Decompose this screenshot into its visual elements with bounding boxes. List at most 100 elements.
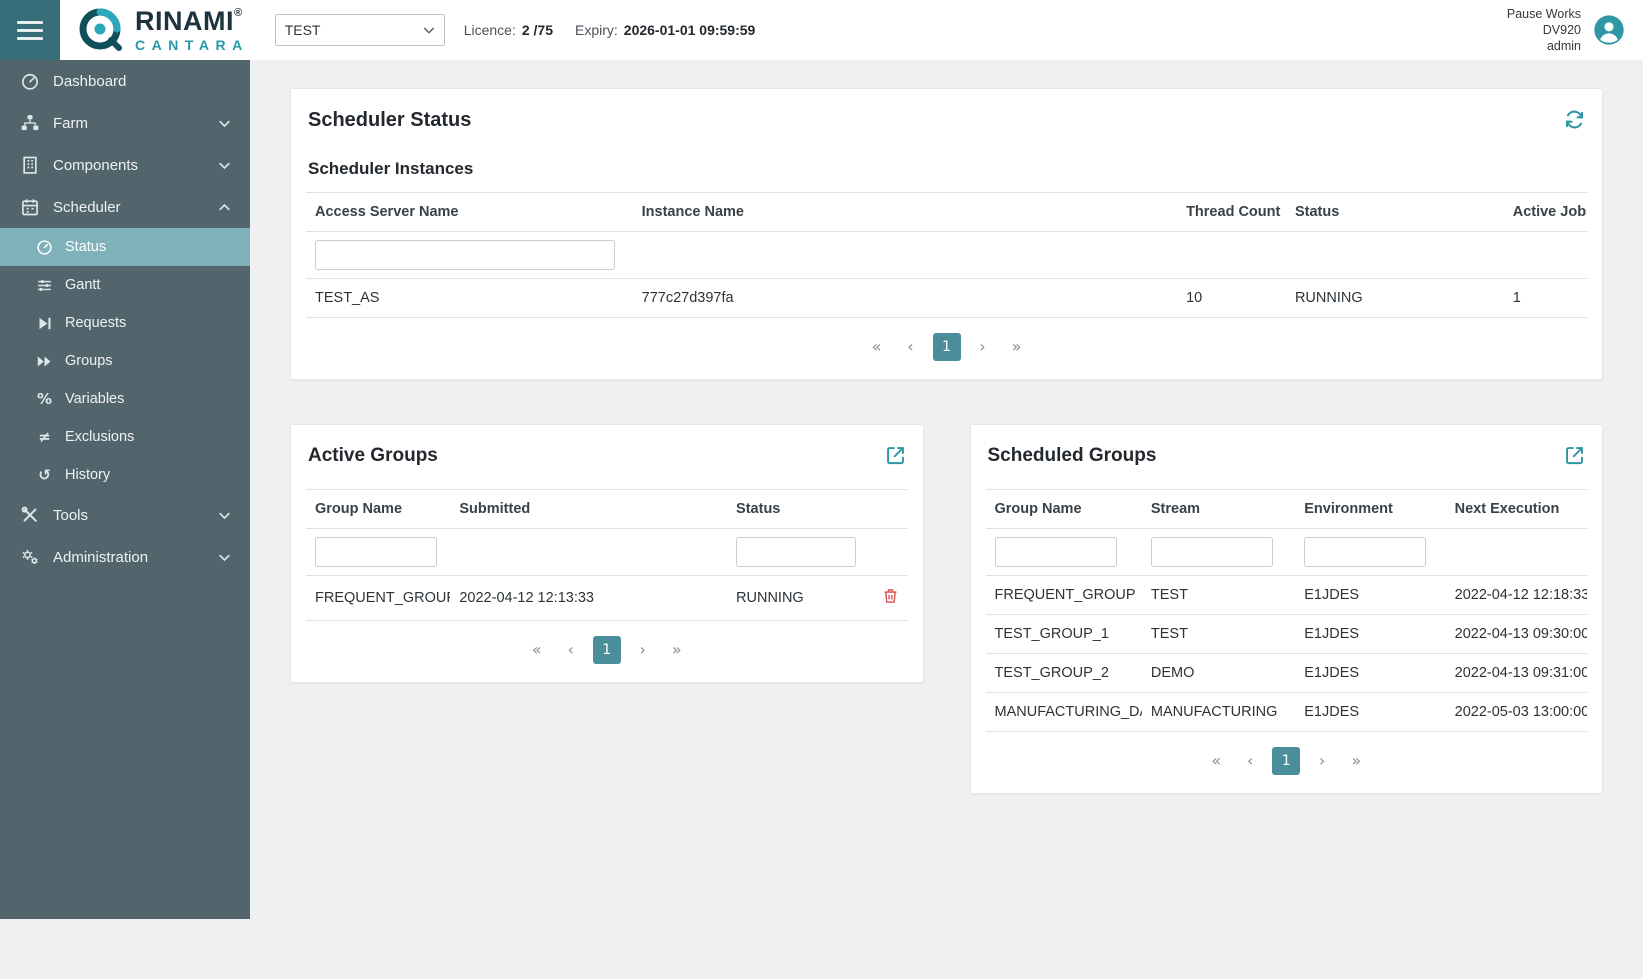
pagination: « ‹ 1 › » [306, 318, 1587, 369]
licence-label: Licence: [464, 22, 516, 38]
filter-row [306, 529, 908, 576]
table-header-row: Group Name Stream Environment Next Execu… [986, 490, 1588, 529]
licence-value: 2 /75 [522, 22, 553, 38]
card-title: Active Groups [308, 445, 438, 467]
table-cell: RUNNING [1286, 279, 1504, 318]
sidebar-item-dashboard[interactable]: Dashboard [0, 60, 250, 102]
environment-select[interactable]: TEST [275, 14, 445, 46]
table-cell: FREQUENT_GROUP [306, 576, 450, 621]
sidebar-item-administration[interactable]: Administration [0, 536, 250, 578]
last-page-button[interactable]: » [1005, 333, 1029, 361]
section-title: Scheduler Instances [308, 159, 1585, 179]
table-cell: 2022-05-03 13:00:00 [1446, 693, 1587, 732]
current-page-button[interactable]: 1 [1272, 747, 1300, 775]
table-cell: RUNNING [727, 576, 865, 621]
active-groups-table: Group Name Submitted Status FREQUENT_ [306, 489, 908, 621]
column-header: Active Jobs [1504, 193, 1587, 232]
external-link-icon[interactable] [885, 445, 906, 466]
administration-icon [20, 547, 40, 567]
refresh-icon[interactable] [1564, 109, 1585, 130]
sidebar-item-tools[interactable]: Tools [0, 494, 250, 536]
sidebar-item-variables[interactable]: % Variables [0, 380, 250, 418]
pagination: « ‹ 1 › » [986, 732, 1588, 783]
table-cell: E1JDES [1295, 654, 1445, 693]
history-icon: ↺ [36, 467, 53, 484]
user-name: admin [1507, 38, 1581, 54]
variables-icon: % [36, 391, 53, 408]
sidebar-item-history[interactable]: ↺ History [0, 456, 250, 494]
hamburger-menu-icon[interactable] [0, 0, 60, 60]
table-cell: 2022-04-12 12:18:33 [1446, 576, 1587, 615]
page-title: Scheduler Status [308, 109, 471, 132]
next-page-button[interactable]: › [631, 636, 655, 664]
last-page-button[interactable]: » [1344, 747, 1368, 775]
brand-text: RINAMI® CANTARA [135, 8, 249, 52]
first-page-button[interactable]: « [525, 636, 549, 664]
first-page-button[interactable]: « [1204, 747, 1228, 775]
next-page-button[interactable]: › [1310, 747, 1334, 775]
sidebar-item-requests[interactable]: Requests [0, 304, 250, 342]
filter-row [306, 232, 1587, 279]
farm-icon [20, 113, 40, 133]
table-cell: TEST_GROUP_2 [986, 654, 1142, 693]
current-page-button[interactable]: 1 [933, 333, 961, 361]
sidebar-item-scheduler[interactable]: Scheduler [0, 186, 250, 228]
table-cell: TEST [1142, 576, 1295, 615]
table-row[interactable]: FREQUENT_GROUP TEST E1JDES 2022-04-12 12… [986, 576, 1588, 615]
environment-filter-input[interactable] [1304, 537, 1426, 567]
chevron-down-icon [217, 550, 232, 565]
access-server-name-filter-input[interactable] [315, 240, 615, 270]
sidebar-item-farm[interactable]: Farm [0, 102, 250, 144]
last-page-button[interactable]: » [665, 636, 689, 664]
delete-icon[interactable] [882, 587, 899, 605]
user-avatar-icon[interactable] [1593, 14, 1625, 46]
components-icon [20, 155, 40, 175]
brand-logo: RINAMI® CANTARA [77, 6, 249, 54]
scheduler-submenu: Status Gantt Requests Groups % Variables… [0, 228, 250, 494]
sidebar-item-status[interactable]: Status [0, 228, 250, 266]
column-header: Group Name [986, 490, 1142, 529]
stream-filter-input[interactable] [1151, 537, 1273, 567]
column-header: Submitted [450, 490, 727, 529]
chevron-down-icon [217, 508, 232, 523]
status-filter-input[interactable] [736, 537, 856, 567]
table-cell: FREQUENT_GROUP [986, 576, 1142, 615]
licence-info: Licence: 2 /75 Expiry: 2026-01-01 09:59:… [464, 22, 756, 38]
expiry-value: 2026-01-01 09:59:59 [624, 22, 756, 38]
table-cell: TEST_AS [306, 279, 633, 318]
sidebar-item-label: Status [65, 239, 106, 255]
table-row[interactable]: TEST_AS 777c27d397fa 10 RUNNING 1 [306, 279, 1587, 318]
table-cell: TEST [1142, 615, 1295, 654]
sidebar-item-label: Variables [65, 391, 124, 407]
prev-page-button[interactable]: ‹ [899, 333, 923, 361]
prev-page-button[interactable]: ‹ [559, 636, 583, 664]
table-row[interactable]: TEST_GROUP_2 DEMO E1JDES 2022-04-13 09:3… [986, 654, 1588, 693]
table-cell: TEST_GROUP_1 [986, 615, 1142, 654]
table-row[interactable]: FREQUENT_GROUP 2022-04-12 12:13:33 RUNNI… [306, 576, 908, 621]
group-name-filter-input[interactable] [315, 537, 437, 567]
app-header: RINAMI® CANTARA TEST Licence: 2 /75 Expi… [0, 0, 1643, 60]
brand-subname: CANTARA [135, 38, 249, 52]
table-cell: 1 [1504, 279, 1587, 318]
sidebar-item-groups[interactable]: Groups [0, 342, 250, 380]
table-row[interactable]: MANUFACTURING_DAY MANUFACTURING E1JDES 2… [986, 693, 1588, 732]
current-page-button[interactable]: 1 [593, 636, 621, 664]
table-row[interactable]: TEST_GROUP_1 TEST E1JDES 2022-04-13 09:3… [986, 615, 1588, 654]
group-name-filter-input[interactable] [995, 537, 1117, 567]
external-link-icon[interactable] [1564, 445, 1585, 466]
requests-icon [36, 315, 53, 332]
chevron-up-icon [217, 200, 232, 215]
next-page-button[interactable]: › [971, 333, 995, 361]
table-cell: MANUFACTURING [1142, 693, 1295, 732]
prev-page-button[interactable]: ‹ [1238, 747, 1262, 775]
sidebar-item-components[interactable]: Components [0, 144, 250, 186]
registered-mark: ® [234, 7, 243, 19]
sidebar-item-exclusions[interactable]: ≠ Exclusions [0, 418, 250, 456]
sidebar-item-gantt[interactable]: Gantt [0, 266, 250, 304]
environment-select-wrapper: TEST [275, 14, 445, 46]
chevron-down-icon [217, 158, 232, 173]
main-content: Scheduler Status Scheduler Instances Acc… [250, 60, 1643, 919]
column-header: Status [1286, 193, 1504, 232]
chevron-down-icon [217, 116, 232, 131]
first-page-button[interactable]: « [865, 333, 889, 361]
